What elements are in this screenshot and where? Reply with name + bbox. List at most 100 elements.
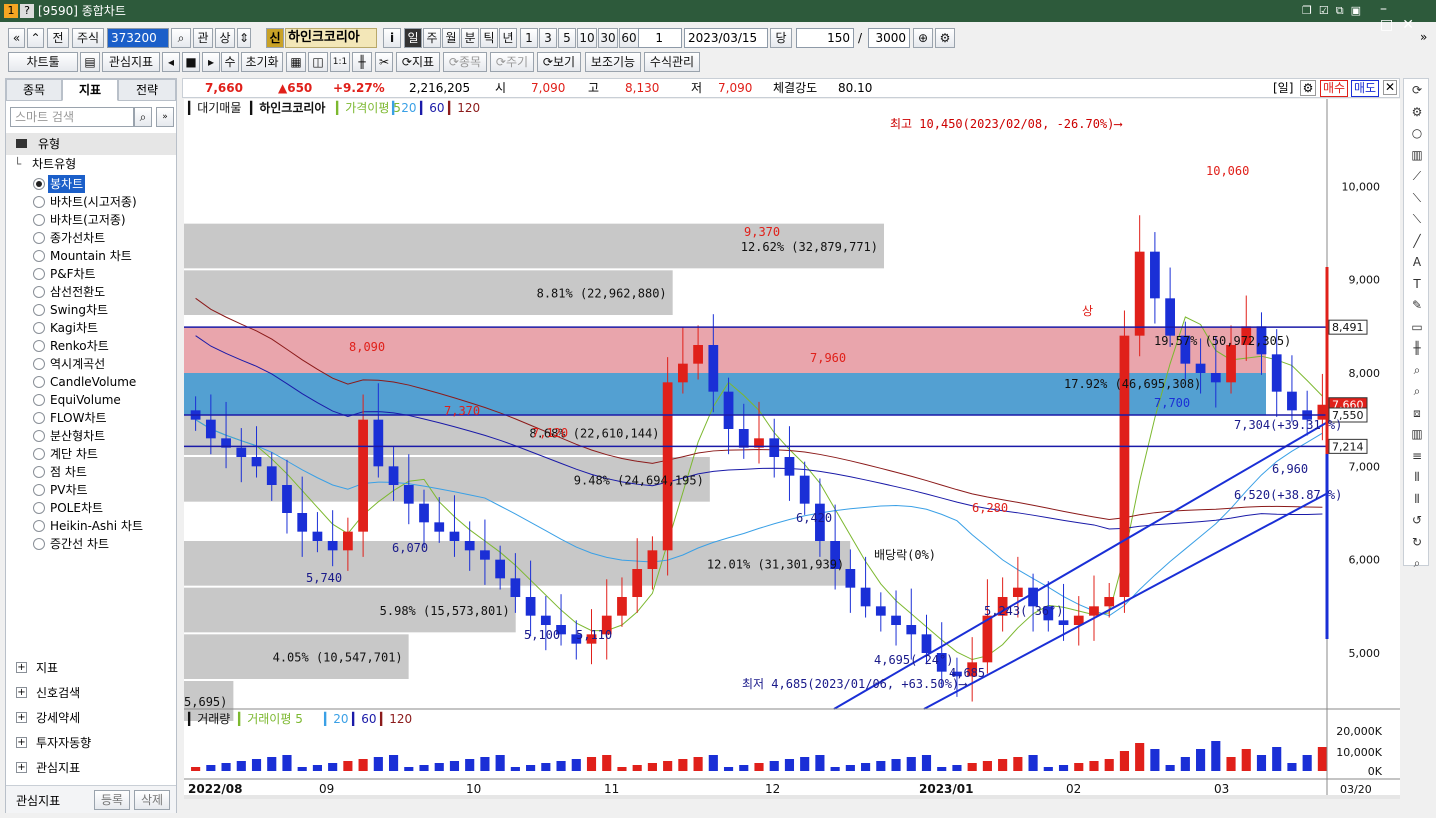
section-3[interactable]: 투자자동향	[36, 734, 91, 752]
draw-tool-icon[interactable]: ⟍	[1408, 189, 1426, 207]
chart-type-item[interactable]: 바차트(고저종)	[50, 211, 126, 229]
radio-6[interactable]	[33, 286, 45, 298]
number-icon[interactable]: 1	[4, 4, 18, 18]
draw-tool-icon[interactable]: ↺	[1408, 511, 1426, 529]
chart-type-item[interactable]: PV차트	[50, 481, 88, 499]
draw-tool-icon[interactable]: ↻	[1408, 533, 1426, 551]
draw-tool-icon[interactable]: ⦀	[1408, 468, 1426, 486]
radio-15[interactable]	[33, 448, 45, 460]
radio-5[interactable]	[33, 268, 45, 280]
price-chart[interactable]: 10,0009,0008,0007,0006,0005,0008,4917,66…	[184, 99, 1400, 799]
expand-icon[interactable]: +	[16, 662, 27, 673]
max-count-input[interactable]: 3000	[868, 28, 910, 48]
register-button[interactable]: 등록	[94, 790, 130, 810]
prev-button[interactable]: 전	[47, 28, 69, 48]
radio-3[interactable]	[33, 232, 45, 244]
chart-type-item[interactable]: 종가선차트	[50, 229, 105, 247]
help-icon[interactable]: ?	[20, 4, 34, 18]
period-3[interactable]: 분	[461, 28, 479, 48]
tab-indicator[interactable]: 지표	[62, 79, 118, 101]
radio-14[interactable]	[33, 430, 45, 442]
buy-button[interactable]: 매수	[1320, 80, 1349, 97]
indicator-button[interactable]: ⟳지표	[396, 52, 440, 72]
scissors-icon[interactable]: ✂	[375, 52, 393, 72]
radio-11[interactable]	[33, 376, 45, 388]
minute-10[interactable]: 10	[577, 28, 597, 48]
radio-19[interactable]	[33, 520, 45, 532]
right-arrow-icon[interactable]: ▸	[202, 52, 220, 72]
dang-button[interactable]: 당	[770, 28, 792, 48]
split-icon[interactable]: ◫	[308, 52, 328, 72]
radio-17[interactable]	[33, 484, 45, 496]
spinner-icon[interactable]: ⇕	[237, 28, 251, 48]
radio-16[interactable]	[33, 466, 45, 478]
type-section[interactable]: 유형	[6, 133, 176, 155]
close-icon[interactable]: ✕	[1383, 80, 1397, 95]
chart-type-item[interactable]: 역시계곡선	[50, 355, 105, 373]
period-4[interactable]: 틱	[480, 28, 498, 48]
section-4[interactable]: 관심지표	[36, 759, 80, 777]
draw-tool-icon[interactable]: ⟳	[1408, 81, 1426, 99]
chart-type-item[interactable]: CandleVolume	[50, 373, 136, 391]
count-input[interactable]: 150	[796, 28, 854, 48]
chart-type-item[interactable]: Renko차트	[50, 337, 109, 355]
chart-type-item[interactable]: P&F차트	[50, 265, 96, 283]
draw-tool-icon[interactable]: ⧈	[1408, 404, 1426, 422]
save-icon[interactable]: ▤	[80, 52, 100, 72]
radio-8[interactable]	[33, 322, 45, 334]
radio-9[interactable]	[33, 340, 45, 352]
draw-tool-icon[interactable]: ▥	[1408, 146, 1426, 164]
chart-type-item[interactable]: POLE차트	[50, 499, 103, 517]
chart-type-item[interactable]: 계단 차트	[50, 445, 98, 463]
expand-icon[interactable]: »	[1420, 30, 1427, 44]
draw-tool-icon[interactable]: ○	[1408, 124, 1426, 142]
draw-tool-icon[interactable]: ⌕	[1408, 554, 1426, 572]
minute-60[interactable]: 60	[619, 28, 639, 48]
draw-tool-icon[interactable]: T	[1408, 275, 1426, 293]
plus-minus-button[interactable]: 수	[221, 52, 239, 72]
section-2[interactable]: 강세약세	[36, 709, 80, 727]
draw-tool-icon[interactable]: ⚙	[1408, 103, 1426, 121]
draw-tool-icon[interactable]: ▭	[1408, 318, 1426, 336]
period-2[interactable]: 월	[442, 28, 460, 48]
chart-type-item[interactable]: 점 차트	[50, 463, 87, 481]
draw-tool-icon[interactable]: A	[1408, 253, 1426, 271]
chart-type-item[interactable]: 증간선 차트	[50, 535, 109, 553]
radio-0[interactable]	[33, 178, 45, 190]
radio-7[interactable]	[33, 304, 45, 316]
stock-code-input[interactable]: 373200	[107, 28, 169, 48]
radio-1[interactable]	[33, 196, 45, 208]
left-arrow-icon[interactable]: ◂	[162, 52, 180, 72]
sang-button[interactable]: 상	[215, 28, 235, 48]
chart-type-item[interactable]: Swing차트	[50, 301, 108, 319]
chart-type-item[interactable]: Mountain 차트	[50, 247, 132, 265]
up-icon[interactable]: ⌃	[27, 28, 44, 48]
chart-type-item[interactable]: 봉차트	[48, 175, 86, 193]
draw-tool-icon[interactable]: ≡	[1408, 447, 1426, 465]
search-icon[interactable]: ⌕	[171, 28, 191, 48]
settings-icon[interactable]: ⚙	[935, 28, 955, 48]
info-button[interactable]: i	[383, 28, 401, 48]
search-icon[interactable]: ⌕	[134, 107, 152, 127]
period-1[interactable]: 주	[423, 28, 441, 48]
chart-type-item[interactable]: Heikin-Ashi 차트	[50, 517, 143, 535]
radio-4[interactable]	[33, 250, 45, 262]
stock-button[interactable]: ⟳종목	[443, 52, 487, 72]
draw-tool-icon[interactable]: ╫	[1408, 339, 1426, 357]
tab-stock[interactable]: 종목	[6, 79, 62, 101]
one-one-icon[interactable]: 1:1	[330, 52, 350, 72]
draw-tool-icon[interactable]: ╱	[1408, 232, 1426, 250]
smart-search-input[interactable]: 스마트 검색	[10, 107, 134, 127]
aux-button[interactable]: 보조기능	[585, 52, 641, 72]
draw-tool-icon[interactable]: ⌕	[1408, 382, 1426, 400]
expand-icon[interactable]: +	[16, 687, 27, 698]
formula-button[interactable]: 수식관리	[644, 52, 700, 72]
minute-30[interactable]: 30	[598, 28, 618, 48]
draw-tool-icon[interactable]: ⦀	[1408, 490, 1426, 508]
radio-20[interactable]	[33, 538, 45, 550]
section-0[interactable]: 지표	[36, 659, 58, 677]
minute-5[interactable]: 5	[558, 28, 576, 48]
radio-13[interactable]	[33, 412, 45, 424]
sell-button[interactable]: 매도	[1351, 80, 1380, 97]
period-5[interactable]: 년	[499, 28, 517, 48]
